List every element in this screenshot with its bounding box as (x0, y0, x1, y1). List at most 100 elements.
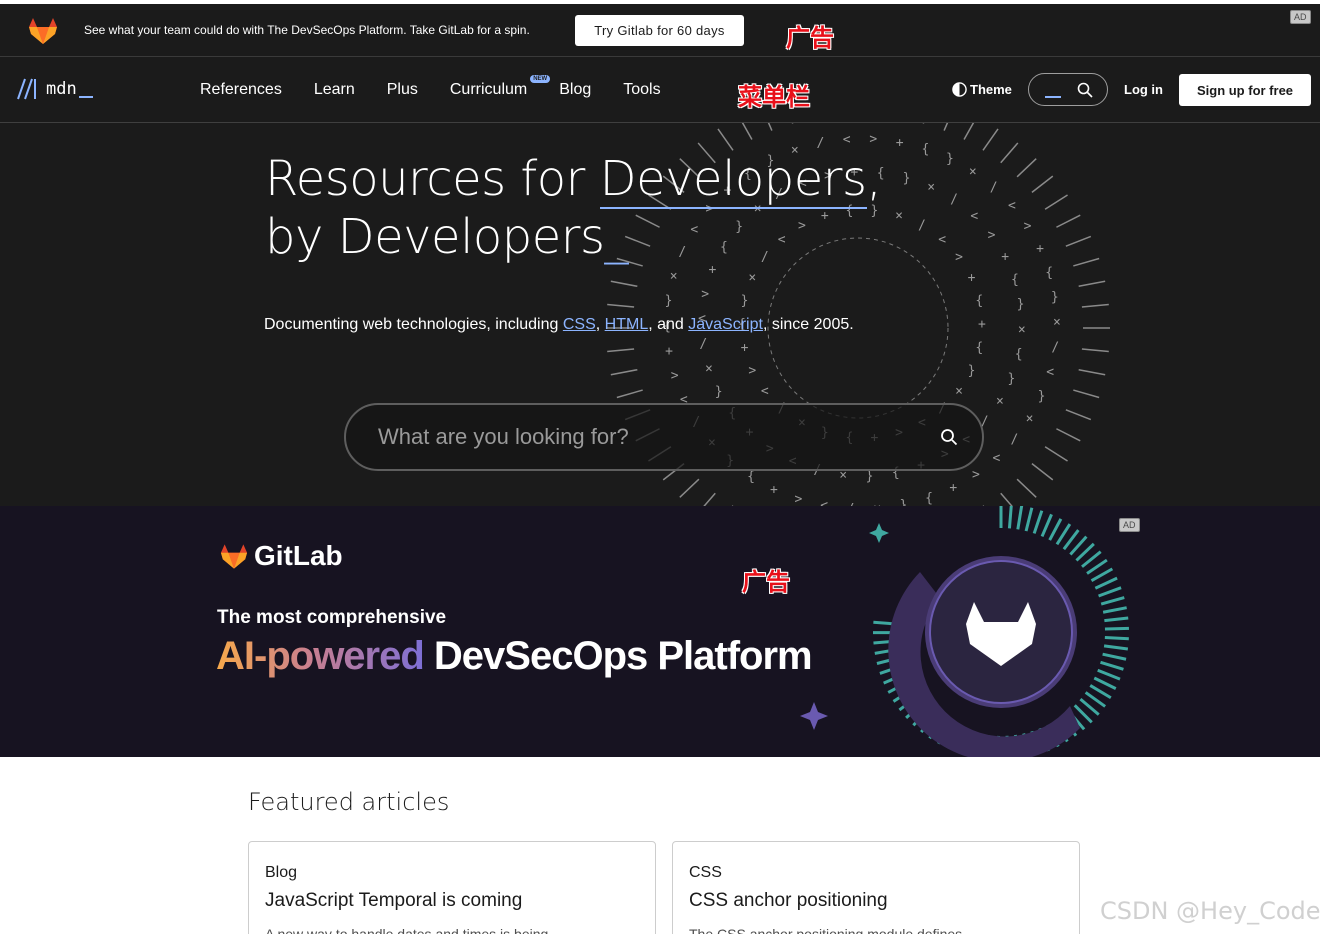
nav-menu: References Learn Plus Curriculum NEW Blog… (200, 75, 693, 99)
card-description: The CSS anchor positioning module define… (689, 926, 963, 934)
svg-text:<: < (992, 451, 1000, 466)
hero-search-box[interactable] (344, 403, 984, 471)
logo-text: mdn (46, 79, 77, 99)
svg-text:×: × (996, 394, 1004, 409)
svg-text:×: × (969, 165, 977, 180)
svg-text:/: / (816, 136, 824, 151)
card-title[interactable]: JavaScript Temporal is coming (265, 890, 522, 912)
mdn-logo[interactable]: mdn (16, 77, 93, 101)
nav-item-tools[interactable]: Tools (623, 81, 660, 99)
top-ad-banner[interactable]: See what your team could do with The Dev… (0, 0, 1320, 57)
svg-text:}: } (741, 293, 749, 308)
svg-text:×: × (1026, 412, 1034, 427)
gitlab-ad-banner[interactable]: GitLab 广告 The most comprehensive AI-powe… (0, 506, 1320, 757)
svg-text:>: > (955, 250, 963, 265)
login-link[interactable]: Log in (1124, 82, 1163, 97)
nav-search-button[interactable] (1028, 73, 1108, 106)
svg-text:<: < (1008, 199, 1016, 214)
ad-headline: AI-powered DevSecOps Platform (216, 634, 813, 679)
ad-headline-rest: DevSecOps Platform (423, 634, 813, 678)
svg-text:+: + (665, 344, 673, 359)
svg-text:+: + (741, 341, 749, 356)
svg-text:{: { (1011, 273, 1019, 288)
gitlab-brand: GitLab (220, 540, 343, 572)
svg-text:>: > (748, 363, 756, 378)
svg-text:×: × (955, 384, 963, 399)
logo-cursor (78, 96, 93, 98)
gitlab-brand-name: GitLab (254, 540, 343, 571)
ad-badge[interactable]: AD (1290, 10, 1311, 24)
featured-articles-title: Featured articles (248, 788, 450, 816)
svg-text:>: > (671, 369, 679, 384)
featured-card[interactable]: CSS CSS anchor positioning The CSS ancho… (672, 841, 1080, 934)
svg-text:<: < (820, 499, 828, 506)
svg-text:/: / (699, 337, 707, 352)
featured-card[interactable]: Blog JavaScript Temporal is coming A new… (248, 841, 656, 934)
svg-text:/: / (1010, 432, 1018, 447)
svg-text:×: × (927, 180, 935, 195)
svg-text:×: × (895, 209, 903, 224)
svg-text:<: < (970, 209, 978, 224)
svg-text:{: { (1015, 347, 1023, 362)
hero-search-input[interactable] (378, 419, 918, 455)
search-icon (1077, 82, 1093, 98)
svg-text:+: + (1001, 249, 1009, 264)
svg-text:<: < (761, 384, 769, 399)
nav-item-plus[interactable]: Plus (387, 81, 418, 99)
ad-headline-gradient: AI-powered (216, 634, 425, 678)
svg-text:}: } (715, 385, 723, 400)
svg-text:>: > (794, 492, 802, 506)
svg-text:/: / (1051, 340, 1059, 355)
gitlab-logo-icon (220, 543, 248, 569)
svg-text:<: < (1046, 365, 1054, 380)
svg-text:}: } (1007, 371, 1015, 386)
card-description: A new way to handle dates and times is b… (265, 926, 549, 934)
svg-text:+: + (896, 135, 904, 150)
ad-badge[interactable]: AD (1119, 518, 1140, 532)
link-html[interactable]: HTML (605, 316, 649, 333)
svg-text:<: < (938, 232, 946, 247)
search-icon[interactable] (940, 428, 958, 446)
ad-subtitle: The most comprehensive (217, 607, 447, 628)
nav-item-blog[interactable]: Blog (559, 81, 591, 99)
link-javascript[interactable]: JavaScript (688, 316, 763, 333)
hero-title-highlight: Developers (599, 151, 867, 209)
theme-button[interactable]: Theme (952, 82, 1012, 97)
svg-text:}: } (665, 294, 673, 309)
svg-text:/: / (990, 180, 998, 195)
theme-half-circle-icon (952, 82, 967, 97)
hero-lead: Documenting web technologies, including … (264, 316, 854, 333)
gitlab-logo-icon (29, 18, 57, 44)
card-title[interactable]: CSS anchor positioning (689, 890, 888, 912)
theme-label: Theme (970, 82, 1012, 97)
svg-text:{: { (925, 491, 933, 506)
svg-text:>: > (1024, 219, 1032, 234)
svg-text:+: + (978, 317, 986, 332)
mdn-m-icon (17, 78, 36, 100)
new-badge: NEW (530, 75, 551, 83)
search-cursor (1045, 96, 1061, 98)
signup-button[interactable]: Sign up for free (1179, 74, 1311, 106)
svg-text:+: + (1036, 242, 1044, 257)
svg-text:×: × (705, 361, 713, 376)
svg-text:+: + (949, 481, 957, 496)
svg-text:}: } (1017, 297, 1025, 312)
svg-text:+: + (770, 482, 778, 497)
svg-text:{: { (1045, 265, 1053, 280)
try-gitlab-button[interactable]: Try Gitlab for 60 days (575, 15, 744, 46)
nav-item-references[interactable]: References (200, 81, 282, 99)
svg-text:×: × (748, 271, 756, 286)
svg-text:}: } (900, 498, 908, 506)
top-ad-text: See what your team could do with The Dev… (84, 23, 530, 37)
svg-text:}: } (866, 469, 874, 484)
svg-text:{: { (747, 469, 755, 484)
svg-text:>: > (701, 287, 709, 302)
card-tag: Blog (265, 864, 298, 881)
main-nav: mdn References Learn Plus Curriculum NEW … (0, 57, 1320, 123)
svg-text:{: { (922, 142, 930, 157)
svg-text:>: > (869, 132, 877, 147)
gitlab-ad-artwork (800, 506, 1129, 757)
nav-item-curriculum[interactable]: Curriculum NEW (450, 75, 551, 99)
nav-item-learn[interactable]: Learn (314, 81, 355, 99)
link-css[interactable]: CSS (563, 316, 596, 333)
